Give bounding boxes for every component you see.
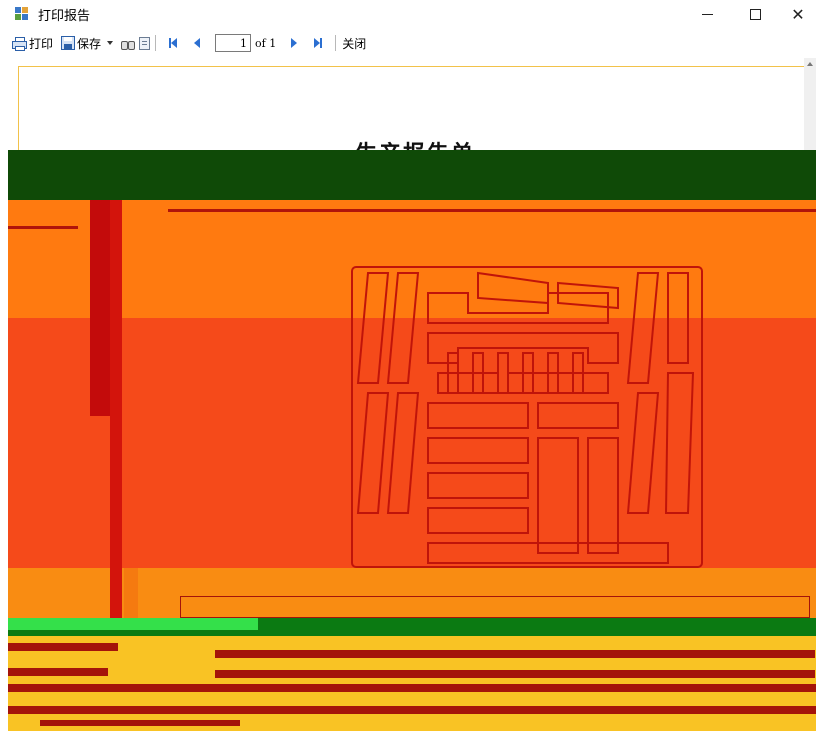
close-icon: ✕ (791, 4, 805, 24)
page-setup-icon (139, 36, 151, 50)
render-artifact-line (168, 209, 816, 212)
close-window-button[interactable]: ✕ (776, 0, 816, 28)
binoculars-icon (121, 37, 136, 50)
previous-page-button[interactable] (189, 35, 205, 51)
seal-stamp-graphic (351, 266, 703, 568)
render-artifact-table-outline (180, 596, 810, 618)
last-page-button[interactable] (310, 35, 326, 51)
maximize-icon (749, 8, 761, 20)
page-number-input[interactable] (215, 34, 252, 52)
render-artifact-red-strip (8, 706, 816, 714)
dropdown-arrow-icon (107, 41, 114, 45)
close-report-button[interactable]: 关闭 (342, 32, 366, 54)
print-button[interactable]: 打印 (12, 32, 53, 54)
save-button[interactable]: 保存 (53, 32, 101, 54)
maximize-button[interactable] (733, 0, 777, 28)
next-page-button[interactable] (286, 35, 302, 51)
toolbar-separator (155, 35, 157, 51)
window-title: 打印报告 (38, 9, 91, 24)
first-page-icon (169, 38, 178, 48)
last-page-icon (314, 38, 323, 48)
render-artifact-orange-bar (124, 568, 138, 618)
toolbar-separator (335, 35, 337, 51)
render-artifact-lime-strip (8, 618, 258, 630)
save-label: 保存 (77, 36, 102, 51)
window-titlebar: 打印报告 ✕ (0, 0, 816, 28)
render-artifact-red-column (110, 200, 122, 620)
next-page-icon (291, 38, 298, 48)
app-icon (15, 7, 29, 20)
minimize-button[interactable] (685, 0, 729, 28)
render-artifact-line (8, 226, 78, 229)
scroll-up-icon[interactable] (807, 62, 813, 66)
vertical-scrollbar[interactable] (804, 58, 816, 158)
page-total-label: of 1 (255, 36, 277, 50)
printer-icon (12, 36, 27, 51)
previous-page-icon (194, 38, 201, 48)
render-artifact-red-strip (8, 684, 816, 692)
render-artifact-red-strip (8, 668, 108, 676)
print-label: 打印 (29, 36, 54, 51)
page-setup-button[interactable] (139, 32, 151, 54)
report-toolbar: 打印 保存 of 1 关闭 (0, 28, 816, 58)
render-artifact-red-strip (40, 720, 240, 726)
first-page-button[interactable] (165, 35, 181, 51)
minimize-icon (701, 13, 713, 15)
render-artifact-red-strip (215, 670, 815, 678)
save-dropdown-button[interactable] (101, 32, 121, 54)
close-report-label: 关闭 (342, 36, 367, 51)
save-icon (61, 36, 76, 50)
render-artifact-red-strip (8, 643, 118, 651)
render-artifact-red-strip (215, 650, 815, 658)
render-artifact-green-band (8, 150, 816, 200)
report-viewer[interactable]: 生产报告单 (0, 58, 816, 731)
find-button[interactable] (121, 32, 139, 54)
